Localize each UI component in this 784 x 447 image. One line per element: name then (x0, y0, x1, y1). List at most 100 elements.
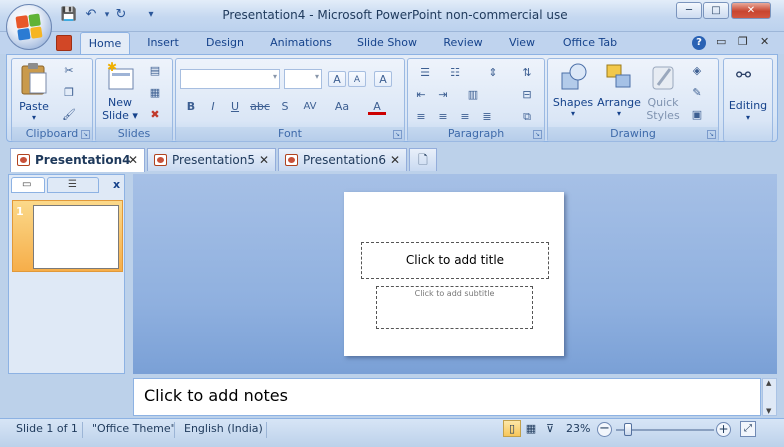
doc-tab-presentation5[interactable]: Presentation5 ✕ (147, 148, 276, 171)
zoom-level[interactable]: 23% (566, 419, 590, 441)
drawing-launcher-icon[interactable]: ↘ (707, 130, 716, 139)
decrease-indent-icon[interactable]: ⇤ (412, 87, 430, 103)
slide-show-button[interactable]: ⊽ (541, 420, 559, 437)
italic-button[interactable]: I (204, 99, 222, 115)
close-tab-icon[interactable]: ✕ (259, 149, 269, 171)
new-tab-button[interactable]: 🗋 (409, 148, 437, 171)
shapes-dropdown-icon: ▾ (570, 109, 575, 118)
shape-outline-icon[interactable]: ✎ (688, 85, 706, 101)
cut-icon[interactable]: ✂ (60, 63, 78, 79)
tab-animations[interactable]: Animations (266, 32, 336, 54)
tab-insert[interactable]: Insert (140, 32, 186, 54)
quick-styles-icon (652, 66, 674, 90)
shadow-button[interactable]: S (276, 99, 294, 115)
align-right-icon[interactable]: ≡ (456, 109, 474, 125)
editing-group[interactable]: ⚯ Editing ▾ (723, 58, 773, 142)
save-icon[interactable]: 💾 (60, 6, 78, 24)
subtitle-placeholder[interactable]: Click to add subtitle (376, 286, 533, 329)
ribbon-close-icon[interactable]: ✕ (760, 35, 769, 48)
new-slide-button[interactable]: ✱ New Slide ▾ (98, 60, 142, 125)
line-spacing-icon[interactable]: ⇕ (480, 65, 506, 81)
close-button[interactable]: ✕ (731, 2, 771, 19)
tab-design[interactable]: Design (200, 32, 250, 54)
text-direction-icon[interactable]: ⇅ (518, 65, 536, 81)
shape-fill-icon[interactable]: ◈ (688, 63, 706, 79)
numbering-icon[interactable]: ☷ (442, 65, 468, 81)
font-group: ▾ ▾ A A A B I U abc S AV Aa A Font ↘ (175, 58, 405, 142)
tab-office-tab[interactable]: Office Tab (556, 32, 624, 54)
ribbon-restore-icon[interactable]: ❐ (738, 35, 748, 48)
maximize-button[interactable]: □ (703, 2, 729, 19)
zoom-in-icon[interactable]: + (716, 422, 731, 437)
bold-button[interactable]: B (182, 99, 200, 115)
character-spacing-button[interactable]: AV (298, 99, 322, 115)
tab-slide-show[interactable]: Slide Show (352, 32, 422, 54)
outline-view-tab[interactable]: ☰ (47, 177, 99, 193)
zoom-slider-thumb[interactable] (623, 423, 632, 436)
layout-icon[interactable]: ▤ (146, 63, 164, 79)
shrink-font-button[interactable]: A (348, 71, 366, 87)
close-tab-icon[interactable]: ✕ (390, 149, 400, 171)
scroll-down-icon[interactable]: ▼ (766, 407, 771, 415)
fit-to-window-icon[interactable]: ⤢ (740, 421, 756, 437)
help-icon[interactable]: ? (692, 36, 706, 50)
status-separator (266, 422, 267, 438)
minimize-button[interactable]: ─ (676, 2, 702, 19)
slide-sorter-button[interactable]: ▦ (522, 420, 540, 437)
smartart-icon[interactable]: ⧉ (518, 109, 536, 125)
justify-icon[interactable]: ≣ (478, 109, 496, 125)
copy-icon[interactable]: ❐ (60, 85, 78, 101)
clear-formatting-button[interactable]: A (374, 71, 392, 87)
clipboard-launcher-icon[interactable]: ↘ (81, 130, 90, 139)
language[interactable]: English (India) (184, 419, 263, 441)
ribbon-minimize-icon[interactable]: ▭ (716, 35, 726, 48)
shape-effects-icon[interactable]: ▣ (688, 107, 706, 123)
grow-font-button[interactable]: A (328, 71, 346, 87)
slide-thumbnail-selected[interactable]: 1 (12, 200, 123, 272)
paste-button[interactable]: Paste ▾ (16, 61, 52, 125)
font-size-combo[interactable]: ▾ (284, 69, 322, 89)
align-left-icon[interactable]: ≡ (412, 109, 430, 125)
tab-home[interactable]: Home (80, 32, 130, 54)
format-painter-icon[interactable]: 🖌 (60, 107, 78, 123)
shapes-button[interactable]: Shapes ▾ (552, 61, 594, 127)
redo-icon[interactable]: ↻ (112, 6, 130, 24)
notes-area[interactable]: Click to add notes (133, 378, 761, 416)
font-name-combo[interactable]: ▾ (180, 69, 280, 89)
zoom-out-icon[interactable]: − (597, 422, 612, 437)
arrange-dropdown-icon: ▾ (616, 109, 621, 118)
theme-name[interactable]: "Office Theme" (92, 419, 176, 441)
bullets-icon[interactable]: ☰ (412, 65, 438, 81)
office-button[interactable] (6, 4, 52, 50)
change-case-button[interactable]: Aa (330, 99, 354, 115)
align-text-icon[interactable]: ⊟ (518, 87, 536, 103)
normal-view-button[interactable]: ▯ (503, 420, 521, 437)
close-tab-icon[interactable]: ✕ (128, 149, 138, 171)
font-color-button[interactable]: A (368, 99, 386, 115)
doc-tab-presentation6[interactable]: Presentation6 ✕ (278, 148, 407, 171)
font-launcher-icon[interactable]: ↘ (393, 130, 402, 139)
tab-view[interactable]: View (502, 32, 542, 54)
office-tab-icon[interactable] (56, 35, 72, 51)
increase-indent-icon[interactable]: ⇥ (434, 87, 452, 103)
doc-tab-presentation4[interactable]: Presentation4 ✕ (10, 148, 145, 172)
strikethrough-button[interactable]: abc (248, 99, 272, 115)
zoom-slider[interactable] (616, 423, 714, 436)
reset-icon[interactable]: ▦ (146, 85, 164, 101)
title-placeholder[interactable]: Click to add title (361, 242, 549, 279)
scroll-up-icon[interactable]: ▲ (766, 379, 771, 387)
align-center-icon[interactable]: ≡ (434, 109, 452, 125)
notes-scrollbar[interactable]: ▲ ▼ (762, 378, 777, 416)
slide[interactable]: Click to add title Click to add subtitle (344, 192, 564, 356)
delete-slide-icon[interactable]: ✖ (146, 107, 164, 123)
underline-button[interactable]: U (226, 99, 244, 115)
columns-icon[interactable]: ▥ (460, 87, 486, 103)
quick-styles-button[interactable]: Quick Styles (642, 61, 684, 127)
customize-toolbar-icon[interactable]: ▾ (142, 6, 160, 24)
paragraph-launcher-icon[interactable]: ↘ (533, 130, 542, 139)
tab-review[interactable]: Review (436, 32, 490, 54)
arrange-icon (606, 64, 631, 88)
slides-view-tab[interactable]: ▭ (11, 177, 45, 193)
pane-close-icon[interactable]: x (113, 178, 120, 191)
arrange-button[interactable]: Arrange ▾ (596, 61, 642, 127)
